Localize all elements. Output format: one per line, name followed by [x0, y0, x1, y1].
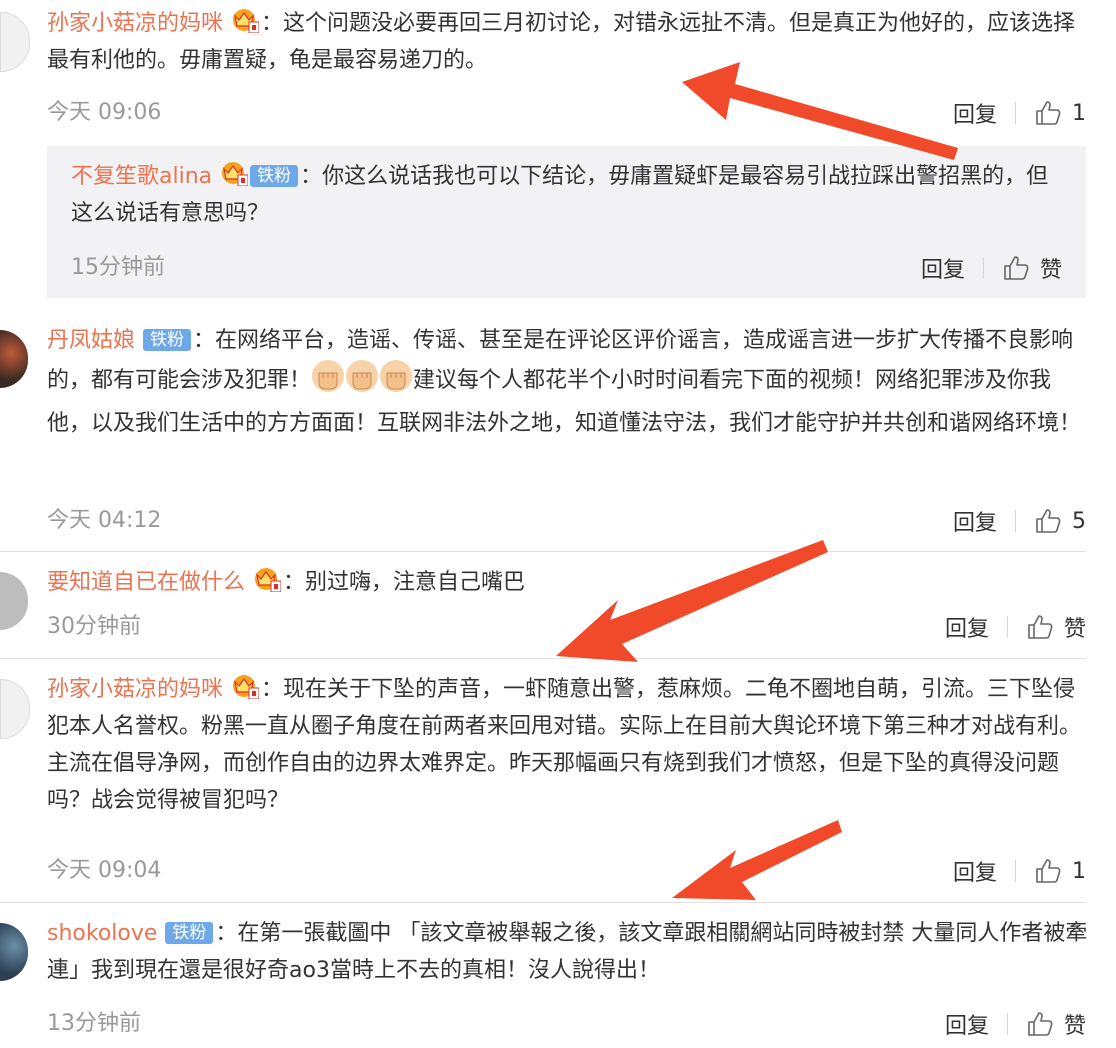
divider	[0, 658, 1086, 659]
member-crown-icon	[229, 673, 259, 699]
fist-emoji-icon	[311, 359, 413, 405]
thumbs-up-icon[interactable]	[1026, 613, 1054, 641]
reply-button[interactable]: 回复	[945, 611, 989, 643]
red-arrow-2	[556, 540, 828, 662]
thumbs-up-icon[interactable]	[1026, 1010, 1054, 1038]
reply-button[interactable]: 回复	[921, 252, 965, 284]
like-count[interactable]: 1	[1072, 101, 1086, 126]
comment-meta: 今天 09:06 回复 1	[47, 98, 1086, 128]
avatar[interactable]	[0, 923, 28, 981]
comment-meta: 30分钟前 回复 赞	[47, 612, 1086, 642]
username[interactable]: shokolove	[47, 921, 157, 946]
thumbs-up-icon[interactable]	[1034, 99, 1062, 127]
like-count[interactable]: 1	[1072, 859, 1086, 884]
username[interactable]: 丹凤姑娘	[47, 328, 135, 353]
comment-text: shokolove 铁粉 ：在第一張截圖中 「該文章被舉報之後，該文章跟相關網站同時…	[47, 915, 1090, 989]
member-crown-icon	[251, 566, 281, 592]
comment-text: 孙家小菇凉的妈咪 ：现在关于下坠的声音，一虾随意出警，惹麻烦。二龟不圈地自萌，引流…	[47, 671, 1090, 819]
thumbs-up-icon[interactable]	[1034, 857, 1062, 885]
reply-text: 不复笙歌alina 铁粉 ：你这么说话我也可以下结论，毋庸置疑虾是最容易引战拉踩出警…	[71, 158, 1062, 232]
comment-meta: 今天 04:12 回复 5	[47, 506, 1086, 536]
reply-username[interactable]: 不复笙歌alina	[71, 164, 212, 189]
divider	[1006, 616, 1008, 638]
member-crown-icon	[229, 7, 259, 33]
username[interactable]: 孙家小菇凉的妈咪	[47, 677, 223, 702]
comment-meta: 13分钟前 回复 赞	[47, 1009, 1086, 1039]
timestamp: 13分钟前	[47, 1011, 141, 1036]
fan-badge: 铁粉	[143, 329, 192, 351]
reply-button[interactable]: 回复	[945, 1008, 989, 1040]
divider	[982, 257, 984, 279]
comment-meta: 今天 09:04 回复 1	[47, 856, 1086, 886]
comment-content: ：别过嗨，注意自己嘴巴	[283, 570, 526, 595]
reply-button[interactable]: 回复	[953, 855, 997, 887]
like-label[interactable]: 赞	[1064, 1008, 1086, 1040]
timestamp: 今天 09:04	[47, 858, 162, 883]
avatar[interactable]	[0, 679, 30, 739]
divider	[0, 902, 1086, 903]
timestamp: 30分钟前	[47, 614, 141, 639]
nested-reply: 不复笙歌alina 铁粉 ：你这么说话我也可以下结论，毋庸置疑虾是最容易引战拉踩出警…	[47, 146, 1086, 298]
avatar[interactable]	[0, 12, 30, 72]
timestamp: 今天 04:12	[47, 508, 162, 533]
divider	[1015, 510, 1016, 532]
thumbs-up-icon[interactable]	[1002, 254, 1030, 282]
timestamp: 今天 09:06	[47, 100, 162, 125]
comment-text: 丹凤姑娘 铁粉 ：在网络平台，造谣、传谣、甚至是在评论区评价谣言，造成谣言进一步扩大…	[47, 322, 1090, 442]
avatar[interactable]	[0, 572, 28, 630]
divider	[1015, 860, 1016, 882]
thumbs-up-icon[interactable]	[1034, 507, 1062, 535]
like-label[interactable]: 赞	[1064, 611, 1086, 643]
comment-text: 要知道自已在做什么 ：别过嗨，注意自己嘴巴	[47, 564, 1090, 601]
member-crown-icon	[218, 160, 248, 186]
fan-badge: 铁粉	[250, 165, 299, 187]
reply-button[interactable]: 回复	[953, 505, 997, 537]
timestamp: 15分钟前	[71, 255, 165, 280]
avatar[interactable]	[0, 330, 28, 388]
username[interactable]: 孙家小菇凉的妈咪	[47, 11, 223, 36]
like-label[interactable]: 赞	[1040, 252, 1062, 284]
divider	[0, 551, 1086, 552]
fan-badge: 铁粉	[165, 922, 214, 944]
divider	[1006, 1013, 1008, 1035]
like-count[interactable]: 5	[1072, 509, 1086, 534]
divider	[1015, 102, 1016, 124]
reply-button[interactable]: 回复	[953, 97, 997, 129]
username[interactable]: 要知道自已在做什么	[47, 570, 245, 595]
comment-text: 孙家小菇凉的妈咪 ：这个问题没必要再回三月初讨论，对错永远扯不清。但是真正为他好的…	[47, 5, 1090, 79]
